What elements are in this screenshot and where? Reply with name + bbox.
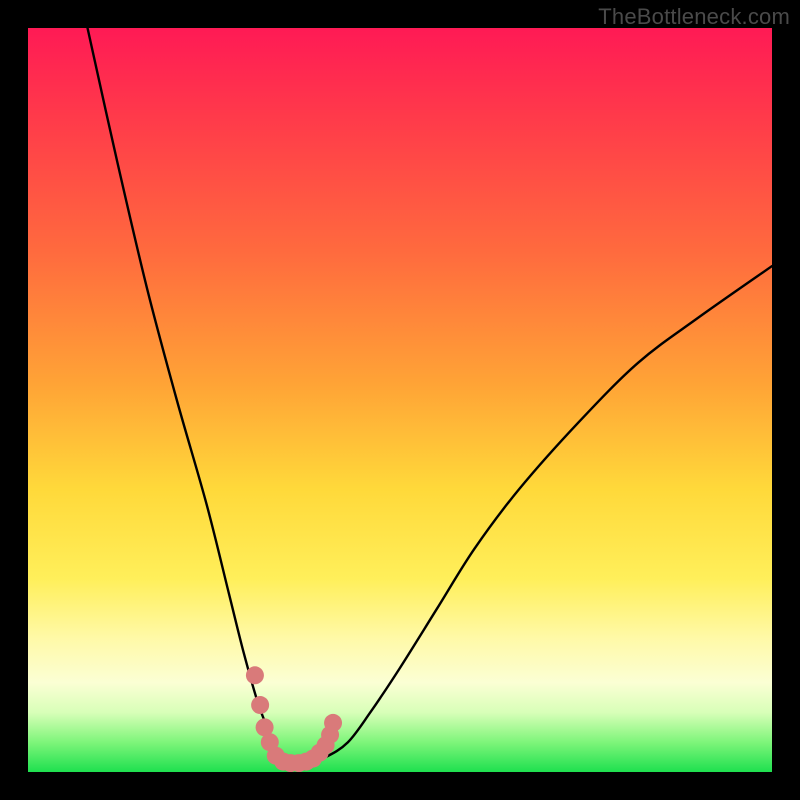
valley-dot (246, 666, 264, 684)
valley-dot (324, 714, 342, 732)
valley-markers (246, 666, 342, 772)
plot-area (28, 28, 772, 772)
frame: TheBottleneck.com (0, 0, 800, 800)
curve-layer (28, 28, 772, 772)
valley-dot (251, 696, 269, 714)
attribution-text: TheBottleneck.com (598, 4, 790, 30)
bottleneck-curve (88, 28, 772, 765)
